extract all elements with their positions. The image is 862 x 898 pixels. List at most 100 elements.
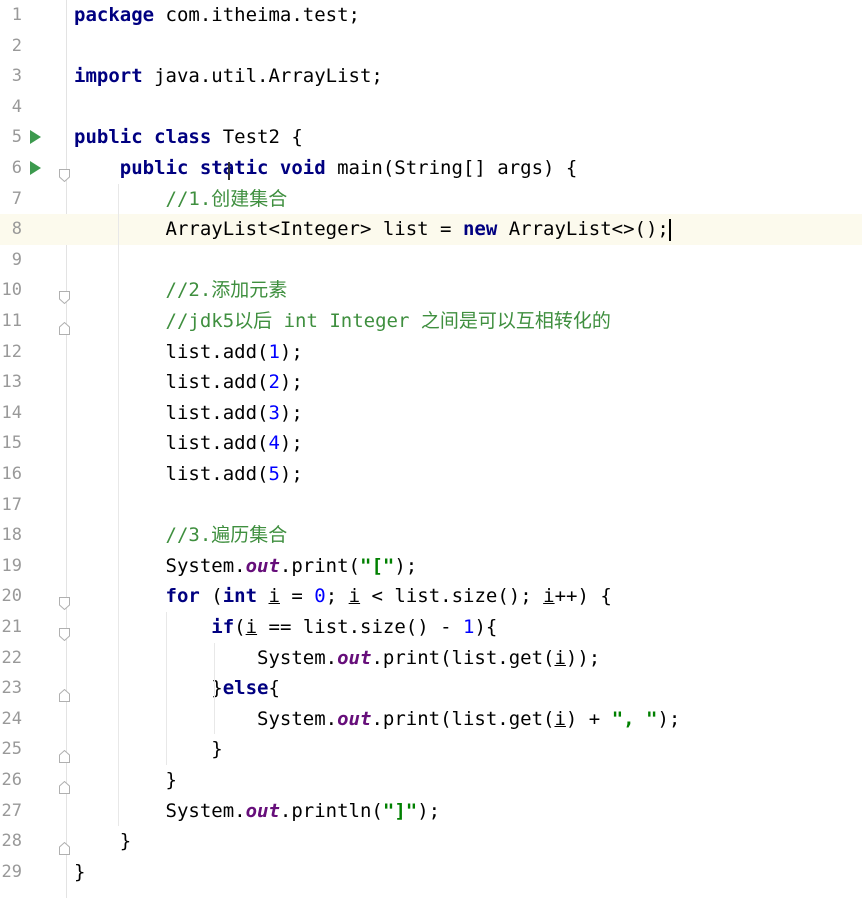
code-text[interactable]: for (int i = 0; i < list.size(); i++) { [74, 581, 612, 612]
fold-icon[interactable] [59, 681, 70, 703]
code-line[interactable]: 24 System.out.print(list.get(i) + ", "); [0, 704, 862, 735]
code-text[interactable]: } [74, 826, 131, 857]
code-line[interactable]: 2 [0, 31, 862, 62]
code-text[interactable]: }else{ [74, 673, 280, 704]
line-number[interactable]: 8 [0, 214, 22, 245]
code-text[interactable]: import java.util.ArrayList; [74, 61, 383, 92]
code-line[interactable]: 5 public class Test2 { [0, 122, 862, 153]
run-icon[interactable] [30, 161, 41, 175]
code-line[interactable]: 8 ArrayList<Integer> list = new ArrayLis… [0, 214, 862, 245]
line-number[interactable]: 19 [0, 551, 22, 582]
line-number[interactable]: 25 [0, 734, 22, 765]
line-number[interactable]: 16 [0, 459, 22, 490]
line-number[interactable]: 20 [0, 581, 22, 612]
code-line[interactable]: 6 public static void main(String[] args)… [0, 153, 862, 184]
code-line[interactable]: 16 list.add(5); [0, 459, 862, 490]
line-number[interactable]: 12 [0, 337, 22, 368]
code-line[interactable]: 21 if(i == list.size() - 1){ [0, 612, 862, 643]
fold-icon[interactable] [59, 620, 70, 642]
line-number[interactable]: 22 [0, 643, 22, 674]
fold-icon[interactable] [59, 314, 70, 335]
line-number[interactable]: 23 [0, 673, 22, 704]
line-number[interactable]: 29 [0, 857, 22, 888]
line-number[interactable]: 9 [0, 245, 22, 276]
code-editor[interactable]: 1 package com.itheima.test; 2 3 import java.… [0, 0, 862, 898]
code-text[interactable]: public class Test2 { [74, 122, 303, 153]
line-number[interactable]: 13 [0, 367, 22, 398]
code-line[interactable]: 15 list.add(4); [0, 428, 862, 459]
code-line[interactable]: 11 //jdk5以后 int Integer 之间是可以互相转化的 [0, 306, 862, 337]
indent-guide [118, 183, 119, 827]
code-line[interactable]: 19 System.out.print("["); [0, 551, 862, 582]
fold-icon[interactable] [59, 161, 70, 183]
line-number[interactable]: 14 [0, 398, 22, 429]
code-text[interactable]: System.out.println("]"); [74, 796, 441, 827]
code-text[interactable]: System.out.print(list.get(i)); [74, 643, 600, 674]
code-text[interactable]: //3.遍历集合 [74, 520, 288, 551]
caret [668, 218, 671, 241]
indent-guide [214, 642, 215, 735]
fold-icon[interactable] [59, 773, 70, 794]
fold-icon[interactable] [59, 742, 70, 764]
code-text[interactable]: list.add(5); [74, 459, 303, 490]
line-number[interactable]: 6 [0, 153, 22, 184]
code-text[interactable]: public static void main(String[] args) { [74, 153, 578, 184]
line-number[interactable]: 17 [0, 490, 22, 521]
line-number[interactable]: 26 [0, 765, 22, 796]
code-line[interactable]: 14 list.add(3); [0, 398, 862, 429]
code-line[interactable]: 9 [0, 245, 862, 276]
indent-guide [166, 612, 167, 765]
code-line[interactable]: 1 package com.itheima.test; [0, 0, 862, 31]
line-number[interactable]: 10 [0, 275, 22, 306]
line-number[interactable]: 21 [0, 612, 22, 643]
fold-icon[interactable] [59, 589, 70, 611]
code-line[interactable]: 7 //1.创建集合 [0, 184, 862, 215]
code-text[interactable]: list.add(4); [74, 428, 303, 459]
code-text[interactable]: } [74, 765, 177, 796]
line-number[interactable]: 7 [0, 184, 22, 215]
line-number[interactable]: 5 [0, 122, 22, 153]
code-text[interactable]: System.out.print(list.get(i) + ", "); [74, 704, 680, 735]
line-number[interactable]: 24 [0, 704, 22, 735]
code-line[interactable]: 28 } [0, 826, 862, 857]
code-line[interactable]: 29} [0, 857, 862, 888]
code-text[interactable]: list.add(2); [74, 367, 303, 398]
code-line[interactable]: 3 import java.util.ArrayList; [0, 61, 862, 92]
fold-icon[interactable] [59, 834, 70, 856]
code-text[interactable]: //2.添加元素 [74, 275, 288, 306]
line-number[interactable]: 28 [0, 826, 22, 857]
code-text[interactable]: System.out.print("["); [74, 551, 418, 582]
code-line[interactable]: 10 //2.添加元素 [0, 275, 862, 306]
code-text[interactable]: } [74, 734, 222, 765]
code-text[interactable]: list.add(1); [74, 337, 303, 368]
code-line[interactable]: 25 } [0, 734, 862, 765]
code-line[interactable]: 17 [0, 490, 862, 521]
code-line[interactable]: 18 //3.遍历集合 [0, 520, 862, 551]
code-line[interactable]: 22 System.out.print(list.get(i)); [0, 643, 862, 674]
line-number[interactable]: 18 [0, 520, 22, 551]
line-number[interactable]: 1 [0, 0, 22, 31]
code-line[interactable]: 13 list.add(2); [0, 367, 862, 398]
code-text[interactable]: package com.itheima.test; [74, 0, 360, 31]
text-cursor-icon [228, 162, 230, 180]
line-number[interactable]: 3 [0, 61, 22, 92]
code-line[interactable]: 12 list.add(1); [0, 337, 862, 368]
code-text[interactable]: } [74, 857, 85, 888]
code-line[interactable]: 20 for (int i = 0; i < list.size(); i++)… [0, 581, 862, 612]
line-number[interactable]: 15 [0, 428, 22, 459]
line-number[interactable]: 4 [0, 92, 22, 123]
line-number[interactable]: 2 [0, 31, 22, 62]
code-text[interactable]: list.add(3); [74, 398, 303, 429]
code-text[interactable]: ArrayList<Integer> list = new ArrayList<… [74, 214, 671, 245]
run-icon[interactable] [30, 130, 41, 145]
code-text[interactable]: //1.创建集合 [74, 184, 288, 215]
line-number[interactable]: 27 [0, 796, 22, 827]
code-text[interactable]: if(i == list.size() - 1){ [74, 612, 497, 643]
code-line[interactable]: 4 [0, 92, 862, 123]
code-line[interactable]: 27 System.out.println("]"); [0, 796, 862, 827]
line-number[interactable]: 11 [0, 306, 22, 337]
code-text[interactable]: //jdk5以后 int Integer 之间是可以互相转化的 [74, 306, 611, 337]
code-line[interactable]: 26 } [0, 765, 862, 796]
code-line[interactable]: 23 }else{ [0, 673, 862, 704]
fold-icon[interactable] [59, 283, 70, 305]
